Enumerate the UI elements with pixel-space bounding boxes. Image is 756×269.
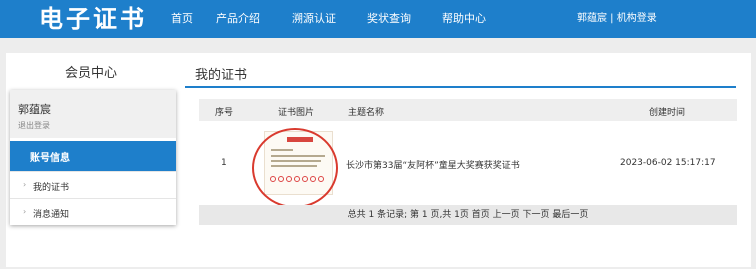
nav-trace-auth[interactable]: 溯源认证 xyxy=(292,0,336,38)
row-index: 1 xyxy=(221,158,227,168)
nav-award-query[interactable]: 奖状查询 xyxy=(367,0,411,38)
highlight-circle xyxy=(252,128,338,208)
sidebar-item-my-certificates[interactable]: › 我的证书 xyxy=(10,171,176,199)
sidebar-item-account-info[interactable]: 账号信息 xyxy=(10,141,176,171)
column-header-created: 创建时间 xyxy=(649,108,686,118)
top-navbar: 电子证书 首页 产品介绍 溯源认证 奖状查询 帮助中心 郭蕴宸 | 机构登录 xyxy=(0,0,756,38)
column-header-index: 序号 xyxy=(215,108,234,118)
page-title: 我的证书 xyxy=(195,68,248,83)
sidebar-item-label: 账号信息 xyxy=(30,153,70,164)
sidebar-item-label: 消息通知 xyxy=(33,210,70,220)
sidebar-item-label: 我的证书 xyxy=(33,183,70,193)
created-time: 2023-06-02 15:17:17 xyxy=(620,158,716,168)
chevron-right-icon: › xyxy=(23,180,27,189)
logout-link[interactable]: 退出登录 xyxy=(18,120,50,131)
user-profile: 郭蕴宸 退出登录 xyxy=(10,90,176,138)
username: 郭蕴宸 xyxy=(18,103,51,116)
sidebar-item-notifications[interactable]: › 消息通知 xyxy=(10,198,176,226)
pagination[interactable]: 总共 1 条记录; 第 1 页,共 1页 首页 上一页 下一页 最后一页 xyxy=(199,205,737,225)
nav-product-intro[interactable]: 产品介绍 xyxy=(216,0,260,38)
title-underline xyxy=(185,86,736,88)
column-header-name: 主题名称 xyxy=(348,108,385,118)
table-header: 序号 证书图片 主题名称 创建时间 xyxy=(199,99,737,121)
nav-help-center[interactable]: 帮助中心 xyxy=(442,0,486,38)
column-header-image: 证书图片 xyxy=(278,108,315,118)
certificate-name-link[interactable]: 长沙市第33届“友阿杯”童星大奖赛获奖证书 xyxy=(346,158,520,171)
site-logo[interactable]: 电子证书 xyxy=(39,4,147,34)
sidebar-menu: 郭蕴宸 退出登录 账号信息 › 我的证书 › 消息通知 xyxy=(10,90,176,225)
chevron-right-icon: › xyxy=(23,207,27,216)
user-login-link[interactable]: 郭蕴宸 | 机构登录 xyxy=(577,0,657,38)
nav-home[interactable]: 首页 xyxy=(171,0,193,38)
member-center-title: 会员中心 xyxy=(64,66,117,81)
